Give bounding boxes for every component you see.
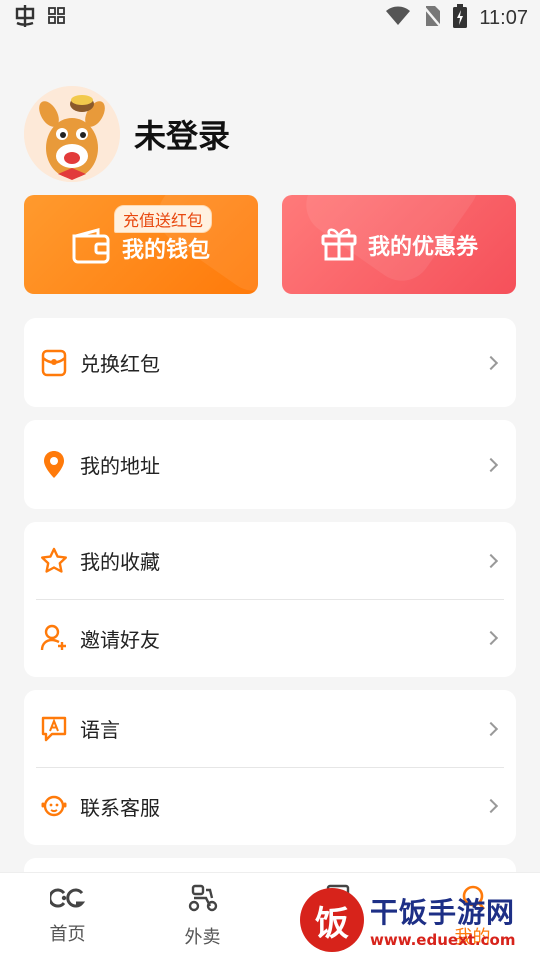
app-notification-icon [12,3,38,33]
clock: 11:07 [479,6,528,29]
battery-charging-icon [453,4,468,32]
no-sim-icon [423,5,442,31]
watermark-logo: 饭 [300,888,364,952]
chevron-right-icon [483,457,499,472]
menu-item-redeem[interactable]: 兑换红包 [24,318,516,407]
recharge-promo-badge: 充值送红包 [114,205,213,233]
nav-label-delivery: 外卖 [184,927,221,948]
watermark-url: www.eduext.com [370,931,516,949]
menu-item-language[interactable]: 语言 [24,690,516,767]
chevron-right-icon [483,798,499,814]
profile-header[interactable]: 未登录 [24,86,230,182]
menu-label-invite: 邀请好友 [80,627,160,652]
coupon-card[interactable]: 我的优惠券 [282,195,516,294]
grid-icon [48,7,66,29]
nav-label-home: 首页 [49,924,86,945]
login-status[interactable]: 未登录 [134,111,230,157]
status-bar: 11:07 [0,0,540,36]
watermark-title: 干饭手游网 [370,896,516,929]
menu-group-settings: 语言 联系客服 [24,690,516,845]
avatar[interactable] [24,86,120,182]
mascot-icon [24,86,120,182]
menu-item-invite[interactable]: 邀请好友 [24,599,516,677]
watermark: 饭 干饭手游网 www.eduext.com [300,880,540,960]
menu-group-address: 我的地址 [24,420,516,509]
nav-tab-delivery[interactable]: 外卖 [135,873,270,960]
language-icon [40,715,68,743]
add-friend-icon [40,624,68,652]
gift-icon [320,224,358,266]
star-icon [40,547,68,575]
menu-label-address: 我的地址 [80,454,160,478]
wifi-icon [385,6,411,30]
chevron-right-icon [483,721,499,736]
customer-service-icon [40,792,68,820]
wallet-icon [72,227,112,268]
chevron-right-icon [483,553,499,568]
menu-label-support: 联系客服 [80,795,160,820]
menu-item-favorites[interactable]: 我的收藏 [24,522,516,599]
menu-group-redeem: 兑换红包 [24,318,516,407]
chevron-right-icon [483,355,499,370]
location-pin-icon [40,450,68,479]
red-packet-icon [40,349,68,377]
home-icon [47,887,86,914]
menu-item-address[interactable]: 我的地址 [24,420,516,509]
chevron-right-icon [483,630,499,646]
menu-label-language: 语言 [80,718,120,742]
nav-tab-home[interactable]: 首页 [0,873,135,960]
menu-item-support[interactable]: 联系客服 [24,767,516,845]
menu-label-redeem: 兑换红包 [80,352,160,376]
scooter-icon [187,884,219,917]
menu-label-favorites: 我的收藏 [80,550,160,574]
coupon-label: 我的优惠券 [367,234,478,260]
menu-group-social: 我的收藏 邀请好友 [24,522,516,677]
wallet-label: 我的钱包 [121,237,210,263]
